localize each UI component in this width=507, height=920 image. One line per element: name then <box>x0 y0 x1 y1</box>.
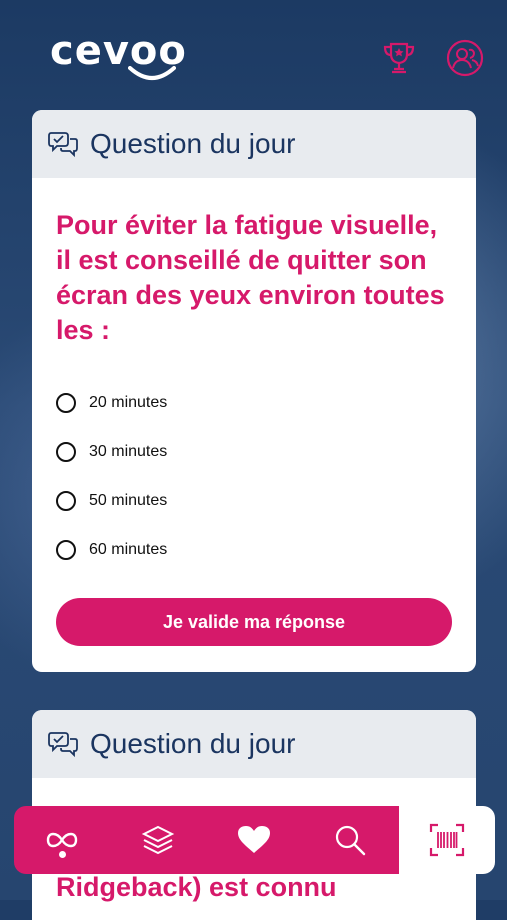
card-title: Question du jour <box>90 128 296 159</box>
question-text: Pour éviter la fatigue visuelle, il est … <box>56 210 445 345</box>
option-label: 60 minutes <box>89 540 168 558</box>
infinity-icon <box>46 832 78 848</box>
bottom-navigation <box>14 806 399 874</box>
option-30-minutes[interactable]: 30 minutes <box>56 427 476 476</box>
radio-button[interactable] <box>56 539 76 560</box>
nav-favorites[interactable] <box>206 806 302 874</box>
layers-icon <box>141 825 175 855</box>
card-header: Question du jour <box>32 710 476 778</box>
option-label: 30 minutes <box>89 442 168 460</box>
chat-bubbles-icon <box>48 732 78 758</box>
radio-button[interactable] <box>56 441 76 462</box>
nav-layers[interactable] <box>110 806 206 874</box>
option-60-minutes[interactable]: 60 minutes <box>56 525 476 574</box>
logo-smile <box>128 66 176 80</box>
radio-button[interactable] <box>56 490 76 511</box>
card-header: Question du jour <box>32 110 476 178</box>
active-indicator <box>58 851 66 858</box>
nav-home[interactable] <box>14 806 110 874</box>
answer-options: 20 minutes 30 minutes 50 minutes 60 minu… <box>56 378 476 574</box>
option-label: 50 minutes <box>89 491 168 509</box>
radio-button[interactable] <box>56 392 76 413</box>
card-title: Question du jour <box>90 728 296 759</box>
question-card: Question du jour Pour éviter la fatigue … <box>32 110 476 672</box>
submit-answer-button[interactable]: Je valide ma réponse <box>56 598 452 646</box>
trophy-icon[interactable] <box>379 38 419 78</box>
option-50-minutes[interactable]: 50 minutes <box>56 476 476 525</box>
question-text-partial: Ridgeback) est connu <box>56 872 337 902</box>
nav-search[interactable] <box>302 806 398 874</box>
heart-icon <box>238 826 270 853</box>
option-label: 20 minutes <box>89 393 168 411</box>
search-icon <box>335 825 366 856</box>
chat-bubbles-icon <box>48 132 78 158</box>
top-bar: cevoo <box>0 0 507 100</box>
profile-icon[interactable] <box>445 38 485 78</box>
option-20-minutes[interactable]: 20 minutes <box>56 378 476 427</box>
nav-scan[interactable] <box>399 806 495 874</box>
barcode-scan-icon <box>429 823 465 857</box>
